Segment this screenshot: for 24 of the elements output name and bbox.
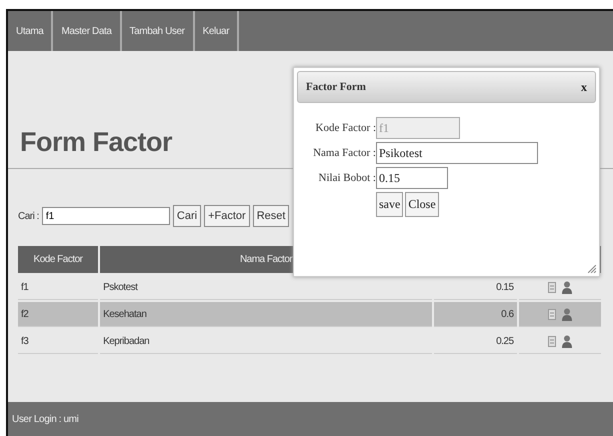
input-field[interactable]: Psikotest [376, 142, 538, 164]
dialog-title: Factor Form [306, 81, 366, 93]
field-label: Nilai Bobot : [318, 172, 376, 184]
nav-link[interactable]: Utama [8, 11, 54, 51]
dialog-x-button[interactable]: x [581, 80, 587, 94]
table-cell: Kesehatan [100, 302, 432, 327]
input-field[interactable]: 0.15 [376, 167, 448, 189]
field-label: Nama Factor : [312, 147, 376, 159]
search-button[interactable]: +Factor [204, 205, 250, 227]
page-title: Form Factor [20, 127, 172, 158]
search-field[interactable]: f1 [42, 207, 170, 225]
search-button[interactable]: Reset [252, 205, 290, 227]
status-text: User Login : umi [12, 414, 78, 424]
search-button[interactable]: Cari [172, 205, 202, 227]
column-header: Kode Factor [18, 246, 98, 273]
dialog-button[interactable]: Close [405, 192, 439, 217]
table-cell: 0.6 [434, 302, 517, 327]
nav-link[interactable]: Keluar [194, 11, 240, 51]
dialog-button[interactable]: save [376, 192, 404, 217]
table-cell: f2 [18, 302, 98, 327]
nav-link[interactable]: Master Data [53, 11, 122, 51]
search-label: Cari : [18, 210, 39, 222]
field-label: Kode Factor : [314, 122, 376, 134]
nav-link[interactable]: Tambah User [122, 11, 195, 51]
